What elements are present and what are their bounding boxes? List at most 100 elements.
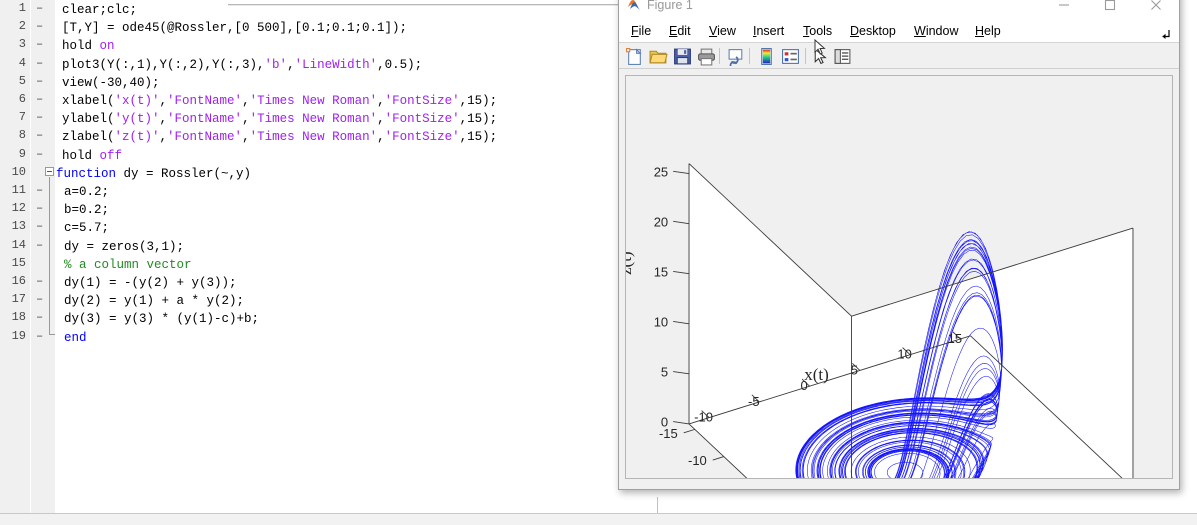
menu-window[interactable]: Window bbox=[910, 23, 962, 40]
code-line[interactable]: xlabel('x(t)','FontName','Times New Roma… bbox=[62, 92, 497, 110]
code-token: dy = zeros(3,1); bbox=[64, 239, 185, 254]
figure-title-bar[interactable]: Figure 1 bbox=[619, 0, 1179, 19]
code-line[interactable]: b=0.2; bbox=[64, 201, 109, 219]
line-number: 17 bbox=[11, 292, 26, 307]
minimize-button[interactable] bbox=[1041, 0, 1087, 18]
link-plot-icon[interactable] bbox=[727, 47, 746, 69]
code-line[interactable]: clear;clc; bbox=[62, 1, 137, 19]
code-line[interactable]: view(-30,40); bbox=[62, 74, 160, 92]
executable-line-marker[interactable]: – bbox=[36, 110, 46, 124]
code-token: end bbox=[64, 330, 87, 345]
executable-line-marker[interactable]: – bbox=[36, 37, 46, 51]
code-fold-toggle-icon[interactable] bbox=[45, 167, 54, 176]
figure-menu-bar[interactable]: File Edit View Insert Tools Desktop Window Help bbox=[619, 19, 1179, 43]
executable-line-marker[interactable]: – bbox=[36, 219, 46, 233]
executable-line-marker[interactable]: – bbox=[36, 147, 46, 161]
code-token: [T,Y] = ode45(@Rossler,[0 500],[0.1;0.1;… bbox=[62, 21, 408, 36]
menu-insert[interactable]: Insert bbox=[749, 23, 788, 40]
executable-line-marker[interactable]: – bbox=[36, 329, 46, 343]
new-figure-icon[interactable] bbox=[625, 47, 644, 66]
code-line[interactable]: zlabel('z(t)','FontName','Times New Roma… bbox=[62, 128, 497, 146]
code-token: dy = Rossler(~,y) bbox=[116, 166, 252, 181]
line-number: 13 bbox=[11, 219, 26, 234]
executable-line-marker[interactable]: – bbox=[36, 74, 46, 88]
svg-text:15: 15 bbox=[948, 331, 962, 346]
executable-line-marker[interactable]: – bbox=[36, 292, 46, 306]
svg-text:10: 10 bbox=[654, 314, 668, 329]
open-file-icon[interactable] bbox=[649, 47, 668, 66]
figure-window[interactable]: Figure 1 File Edit View Insert Tools Desktop W… bbox=[618, 0, 1180, 490]
menu-overflow-arrow-icon[interactable] bbox=[1160, 26, 1171, 39]
toolbar-separator bbox=[805, 48, 806, 64]
code-token: 'FontSize' bbox=[384, 112, 460, 127]
executable-line-marker[interactable]: – bbox=[36, 19, 46, 33]
code-line[interactable]: end bbox=[64, 329, 87, 347]
code-line[interactable]: ylabel('y(t)','FontName','Times New Roma… bbox=[62, 110, 497, 128]
code-token: , bbox=[377, 94, 385, 108]
line-number: 12 bbox=[11, 201, 26, 216]
code-token: % a column vector bbox=[64, 257, 192, 272]
executable-line-marker[interactable]: – bbox=[36, 183, 46, 197]
executable-line-marker[interactable]: – bbox=[36, 201, 46, 215]
executable-line-marker[interactable]: – bbox=[36, 274, 46, 288]
executable-line-marker[interactable]: – bbox=[36, 238, 46, 252]
hide-plot-tools-icon[interactable] bbox=[833, 47, 852, 66]
code-token: , bbox=[377, 112, 385, 127]
maximize-button[interactable] bbox=[1087, 0, 1133, 18]
svg-text:z(t): z(t) bbox=[626, 251, 635, 275]
executable-line-marker[interactable]: – bbox=[36, 92, 46, 106]
line-number: 1 bbox=[18, 1, 26, 15]
code-line[interactable]: a=0.2; bbox=[64, 183, 109, 201]
code-line[interactable]: % a column vector bbox=[64, 256, 192, 274]
code-line[interactable]: dy(2) = y(1) + a * y(2); bbox=[64, 292, 244, 310]
legend-icon[interactable] bbox=[781, 47, 800, 66]
line-number: 7 bbox=[18, 110, 26, 125]
menu-help[interactable]: Help bbox=[971, 23, 1005, 40]
desktop-panel-divider[interactable] bbox=[657, 497, 658, 513]
code-line[interactable]: dy = zeros(3,1); bbox=[64, 238, 184, 256]
line-number: 3 bbox=[18, 37, 26, 52]
code-line[interactable]: function dy = Rossler(~,y) bbox=[56, 165, 251, 183]
executable-line-marker[interactable]: – bbox=[36, 128, 46, 142]
svg-text:5: 5 bbox=[661, 365, 668, 380]
code-token: , bbox=[159, 94, 168, 108]
code-line[interactable]: hold on bbox=[62, 37, 115, 55]
code-token: ,15); bbox=[459, 94, 498, 108]
executable-line-marker[interactable]: – bbox=[36, 310, 46, 324]
code-line[interactable]: [T,Y] = ode45(@Rossler,[0 500],[0.1;0.1;… bbox=[62, 19, 407, 37]
menu-edit[interactable]: Edit bbox=[665, 23, 695, 40]
figure-plot-canvas[interactable]: -10-50510151050-5-10-150510152025x(t)y(t… bbox=[625, 75, 1173, 479]
code-line[interactable]: dy(1) = -(y(2) + y(3)); bbox=[64, 274, 237, 292]
svg-text:20: 20 bbox=[654, 214, 668, 229]
colorbar-icon[interactable] bbox=[757, 47, 776, 66]
print-figure-icon[interactable] bbox=[697, 47, 716, 66]
code-token: ylabel( bbox=[62, 112, 115, 127]
menu-file[interactable]: File bbox=[627, 23, 655, 40]
code-token: , bbox=[287, 57, 295, 72]
menu-desktop[interactable]: Desktop bbox=[846, 23, 900, 40]
figure-tool-bar[interactable] bbox=[619, 43, 1179, 69]
code-token: a=0.2; bbox=[64, 185, 110, 199]
menu-view[interactable]: View bbox=[705, 23, 740, 40]
svg-text:25: 25 bbox=[654, 164, 668, 179]
line-number: 11 bbox=[11, 183, 26, 197]
line-number: 5 bbox=[18, 73, 26, 88]
code-token: ,15); bbox=[459, 130, 498, 145]
menu-tools[interactable]: Tools bbox=[799, 23, 836, 40]
code-token: zlabel( bbox=[62, 130, 115, 145]
line-number: 10 bbox=[11, 164, 26, 179]
code-token: ,0.5); bbox=[377, 57, 423, 72]
code-line[interactable]: plot3(Y(:,1),Y(:,2),Y(:,3),'b','LineWidt… bbox=[62, 56, 422, 74]
executable-line-marker[interactable]: – bbox=[36, 56, 46, 70]
save-figure-icon[interactable] bbox=[673, 47, 692, 66]
code-token: 'FontName' bbox=[167, 112, 243, 127]
code-fold-end bbox=[49, 334, 55, 335]
close-button[interactable] bbox=[1133, 0, 1179, 18]
code-token: clear;clc; bbox=[62, 3, 138, 17]
code-line[interactable]: hold off bbox=[62, 147, 122, 165]
code-token: on bbox=[99, 39, 115, 54]
code-line[interactable]: c=5.7; bbox=[64, 219, 109, 237]
line-number: 2 bbox=[18, 19, 26, 34]
executable-line-marker[interactable]: – bbox=[36, 1, 46, 15]
code-line[interactable]: dy(3) = y(3) * (y(1)-c)+b; bbox=[64, 310, 259, 328]
